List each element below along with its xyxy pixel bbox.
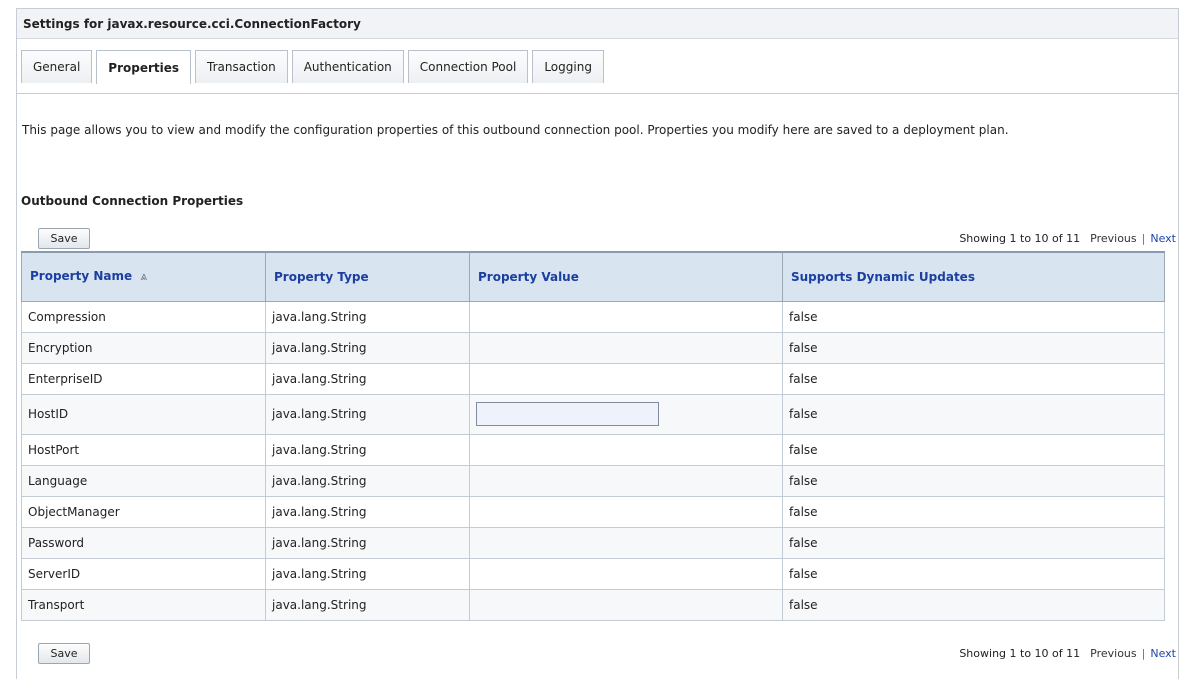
- tab-properties[interactable]: Properties: [96, 50, 192, 84]
- table-row: Password java.lang.String false: [21, 526, 1165, 559]
- tab-connection-pool[interactable]: Connection Pool: [407, 50, 529, 83]
- property-name-cell: HostPort: [21, 433, 266, 466]
- table-row: Language java.lang.String false: [21, 464, 1165, 497]
- properties-table: Property Name ⩓ Property Type Property V…: [21, 251, 1165, 621]
- panel-header: Settings for javax.resource.cci.Connecti…: [17, 9, 1178, 39]
- property-value-cell[interactable]: [469, 300, 783, 333]
- tab-general[interactable]: General: [21, 50, 93, 83]
- column-header-property-type[interactable]: Property Type: [265, 251, 470, 302]
- property-value-cell[interactable]: [469, 495, 783, 528]
- property-name-cell: Compression: [21, 300, 266, 333]
- property-type-cell: java.lang.String: [265, 300, 470, 333]
- dynamic-updates-cell: false: [782, 464, 1165, 497]
- property-value-cell[interactable]: [469, 362, 783, 395]
- pager-separator: |: [1141, 647, 1146, 660]
- dynamic-updates-cell: false: [782, 393, 1165, 435]
- property-value-cell[interactable]: [469, 331, 783, 364]
- property-type-cell: java.lang.String: [265, 588, 470, 621]
- property-name-cell: HostID: [21, 393, 266, 435]
- save-button-bottom[interactable]: Save: [38, 643, 90, 664]
- table-row: ObjectManager java.lang.String false: [21, 495, 1165, 528]
- table-row: HostPort java.lang.String false: [21, 433, 1165, 466]
- pager-status: Showing 1 to 10 of 11: [959, 232, 1081, 245]
- property-value-cell[interactable]: [469, 526, 783, 559]
- property-value-cell[interactable]: [469, 588, 783, 621]
- table-row: HostID java.lang.String false: [21, 393, 1165, 435]
- property-type-cell: java.lang.String: [265, 433, 470, 466]
- pager-status: Showing 1 to 10 of 11: [959, 647, 1081, 660]
- tab-bar: General Properties Transaction Authentic…: [17, 40, 1178, 94]
- column-header-label: Property Name: [30, 269, 133, 284]
- property-value-cell[interactable]: [469, 557, 783, 590]
- column-header-dynamic-updates[interactable]: Supports Dynamic Updates: [782, 251, 1165, 302]
- property-type-cell: java.lang.String: [265, 557, 470, 590]
- property-type-cell: java.lang.String: [265, 526, 470, 559]
- save-button-top[interactable]: Save: [38, 228, 90, 249]
- dynamic-updates-cell: false: [782, 362, 1165, 395]
- next-link[interactable]: Next: [1150, 647, 1176, 660]
- property-value-cell: [469, 393, 783, 435]
- dynamic-updates-cell: false: [782, 588, 1165, 621]
- next-link[interactable]: Next: [1150, 232, 1176, 245]
- table-row: EnterpriseID java.lang.String false: [21, 362, 1165, 395]
- pager-bottom: Showing 1 to 10 of 11 Previous | Next: [959, 647, 1176, 660]
- table-row: Transport java.lang.String false: [21, 588, 1165, 621]
- property-type-cell: java.lang.String: [265, 393, 470, 435]
- property-type-cell: java.lang.String: [265, 362, 470, 395]
- sort-ascending-icon[interactable]: ⩓: [140, 269, 147, 284]
- previous-link: Previous: [1090, 232, 1137, 245]
- property-name-cell: Password: [21, 526, 266, 559]
- previous-link: Previous: [1090, 647, 1137, 660]
- hostid-value-input[interactable]: [476, 402, 659, 426]
- dynamic-updates-cell: false: [782, 300, 1165, 333]
- tab-authentication[interactable]: Authentication: [291, 50, 404, 83]
- dynamic-updates-cell: false: [782, 433, 1165, 466]
- dynamic-updates-cell: false: [782, 526, 1165, 559]
- page-description: This page allows you to view and modify …: [22, 123, 1009, 137]
- property-name-cell: ServerID: [21, 557, 266, 590]
- property-value-cell[interactable]: [469, 464, 783, 497]
- property-value-cell[interactable]: [469, 433, 783, 466]
- property-name-cell: Transport: [21, 588, 266, 621]
- table-row: ServerID java.lang.String false: [21, 557, 1165, 590]
- table-header-row: Property Name ⩓ Property Type Property V…: [21, 251, 1165, 302]
- page-title: Settings for javax.resource.cci.Connecti…: [23, 16, 361, 31]
- property-type-cell: java.lang.String: [265, 464, 470, 497]
- pager-separator: |: [1141, 232, 1146, 245]
- section-title: Outbound Connection Properties: [21, 194, 244, 208]
- dynamic-updates-cell: false: [782, 557, 1165, 590]
- dynamic-updates-cell: false: [782, 495, 1165, 528]
- column-header-property-name[interactable]: Property Name ⩓: [21, 251, 266, 302]
- property-name-cell: EnterpriseID: [21, 362, 266, 395]
- property-name-cell: ObjectManager: [21, 495, 266, 528]
- property-name-cell: Language: [21, 464, 266, 497]
- property-type-cell: java.lang.String: [265, 495, 470, 528]
- tab-logging[interactable]: Logging: [532, 50, 604, 83]
- tab-transaction[interactable]: Transaction: [195, 50, 288, 83]
- dynamic-updates-cell: false: [782, 331, 1165, 364]
- pager-top: Showing 1 to 10 of 11 Previous | Next: [959, 232, 1176, 245]
- table-row: Compression java.lang.String false: [21, 300, 1165, 333]
- property-type-cell: java.lang.String: [265, 331, 470, 364]
- column-header-property-value[interactable]: Property Value: [469, 251, 783, 302]
- property-name-cell: Encryption: [21, 331, 266, 364]
- table-row: Encryption java.lang.String false: [21, 331, 1165, 364]
